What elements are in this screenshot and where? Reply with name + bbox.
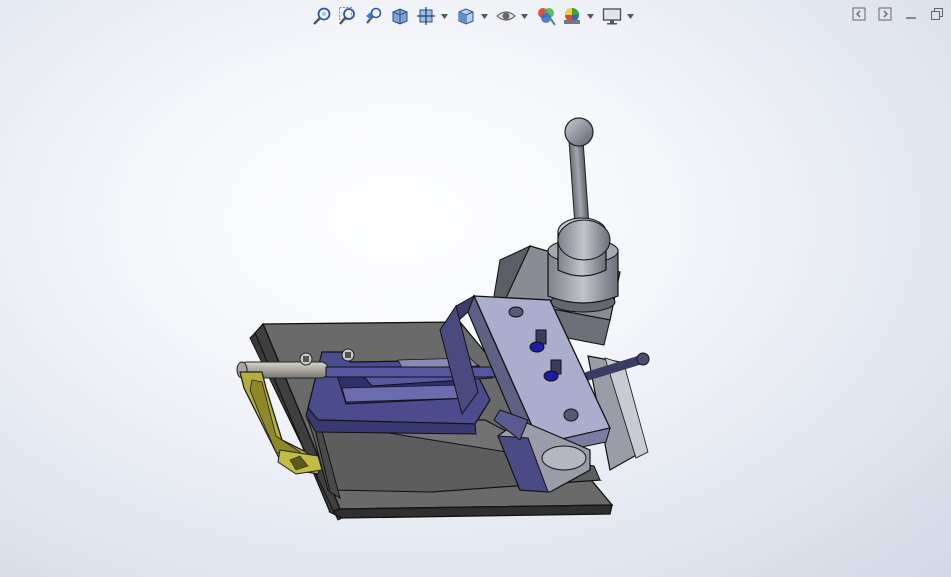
3d-model-viewport[interactable] bbox=[0, 0, 951, 577]
lever-assembly bbox=[547, 117, 619, 313]
